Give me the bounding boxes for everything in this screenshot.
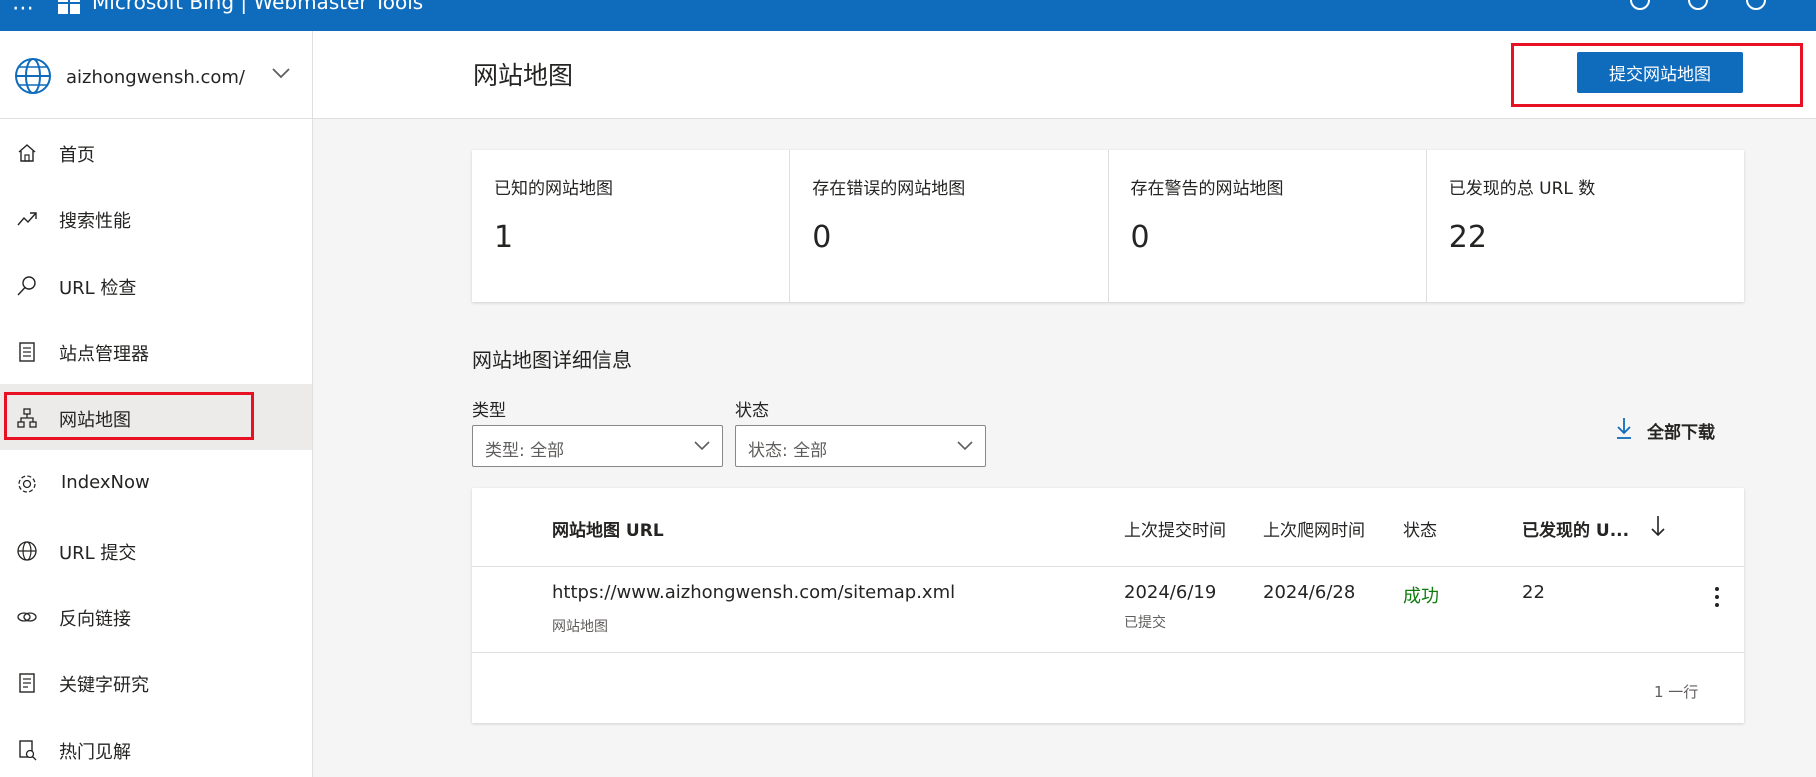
sitemap-icon — [17, 408, 37, 428]
status-filter-value: 状态: 全部 — [748, 441, 828, 461]
sidebar-item-url-submission[interactable]: URL 提交 — [0, 517, 312, 583]
sidebar-item-search-performance[interactable]: 搜索性能 — [0, 185, 312, 251]
last-submitted-note: 已提交 — [1124, 615, 1166, 631]
site-selector[interactable]: aizhongwensh.com/ — [0, 31, 312, 119]
page-title: 网站地图 — [473, 61, 574, 90]
stat-value: 0 — [812, 220, 832, 255]
sidebar-item-label: 热门见解 — [59, 741, 131, 763]
globe-icon — [17, 541, 37, 561]
stat-value: 1 — [494, 220, 514, 255]
page-header: 网站地图 提交网站地图 — [313, 31, 1816, 119]
sidebar-item-label: 网站地图 — [59, 410, 131, 432]
sidebar-item-home[interactable]: 首页 — [0, 119, 312, 185]
column-header-status[interactable]: 状态 — [1403, 516, 1437, 541]
column-header-last-submitted[interactable]: 上次提交时间 — [1124, 516, 1226, 541]
sidebar-item-label: IndexNow — [61, 472, 150, 494]
search-icon — [17, 275, 36, 296]
stat-label: 存在错误的网站地图 — [812, 179, 966, 199]
notepad-icon — [19, 673, 35, 694]
brand-title: Microsoft Bing | Webmaster Tools — [92, 0, 424, 14]
type-filter-value: 类型: 全部 — [485, 441, 565, 461]
sidebar-item-label: URL 检查 — [59, 277, 137, 299]
sort-down-icon[interactable] — [1650, 514, 1666, 538]
stat-error-sitemaps: 存在错误的网站地图 0 — [790, 150, 1109, 302]
home-icon — [18, 144, 36, 162]
link-icon — [17, 612, 37, 622]
chevron-down-icon[interactable] — [272, 67, 290, 79]
sidebar-item-backlinks[interactable]: 反向链接 — [0, 583, 312, 649]
sidebar-item-url-inspection[interactable]: URL 检查 — [0, 252, 312, 318]
sitemap-type: 网站地图 — [552, 619, 608, 635]
type-filter-dropdown[interactable]: 类型: 全部 — [472, 425, 723, 467]
download-icon — [1617, 418, 1631, 439]
column-header-url[interactable]: 网站地图 URL — [552, 516, 664, 541]
document-list-icon — [19, 342, 35, 362]
stat-value: 22 — [1448, 220, 1487, 255]
status-badge: 成功 — [1403, 586, 1439, 607]
app-launcher-icon[interactable]: ⋯ — [12, 0, 35, 21]
stat-known-sitemaps: 已知的网站地图 1 — [472, 150, 791, 302]
globe-icon — [15, 58, 51, 94]
type-filter-label: 类型 — [472, 401, 506, 421]
column-header-discovered-urls[interactable]: 已发现的 U... — [1522, 516, 1629, 541]
sidebar-item-top-insights[interactable]: 热门见解 — [0, 716, 312, 777]
sidebar-item-label: 搜索性能 — [59, 211, 131, 233]
section-title: 网站地图详细信息 — [472, 348, 632, 372]
sidebar-item-site-explorer[interactable]: 站点管理器 — [0, 318, 312, 384]
stat-total-urls: 已发现的总 URL 数 22 — [1427, 150, 1744, 302]
sidebar-item-label: 反向链接 — [59, 609, 131, 631]
sidebar-item-sitemaps[interactable]: 网站地图 — [0, 384, 312, 451]
sidebar-item-label: URL 提交 — [59, 542, 137, 564]
submit-sitemap-button[interactable]: 提交网站地图 — [1577, 52, 1743, 93]
last-submitted-date: 2024/6/19 — [1124, 582, 1217, 603]
discovered-url-count: 22 — [1522, 582, 1545, 603]
insights-icon — [19, 739, 37, 761]
stat-warning-sitemaps: 存在警告的网站地图 0 — [1109, 150, 1427, 302]
chevron-down-icon — [694, 441, 710, 451]
status-filter-label: 状态 — [735, 401, 769, 421]
status-filter-dropdown[interactable]: 状态: 全部 — [735, 425, 986, 467]
more-options-icon[interactable] — [1708, 585, 1726, 611]
last-crawled-date: 2024/6/28 — [1263, 582, 1356, 603]
help-icon[interactable] — [1688, 0, 1708, 10]
sidebar-item-keyword-research[interactable]: 关键字研究 — [0, 649, 312, 715]
trend-icon — [17, 212, 37, 226]
sitemap-url[interactable]: https://www.aizhongwensh.com/sitemap.xml — [552, 582, 955, 603]
sidebar-item-label: 关键字研究 — [59, 675, 149, 697]
gear-icon — [18, 475, 36, 494]
top-bar: ⋯ Microsoft Bing | Webmaster Tools — [0, 0, 1816, 31]
sitemaps-table: 网站地图 URL 上次提交时间 上次爬网时间 状态 已发现的 U... http… — [472, 488, 1744, 723]
sidebar-item-indexnow[interactable]: IndexNow — [0, 450, 312, 516]
stat-label: 已发现的总 URL 数 — [1448, 179, 1596, 199]
stat-label: 存在警告的网站地图 — [1130, 179, 1284, 199]
account-icon[interactable] — [1746, 0, 1766, 10]
notification-icon[interactable] — [1630, 0, 1650, 10]
chevron-down-icon — [957, 441, 973, 451]
microsoft-logo-icon — [58, 0, 80, 14]
sidebar-nav: 首页 搜索性能 URL 检查 站点管理器 网站地图 IndexNow URL 提… — [0, 119, 312, 777]
sidebar-item-label: 首页 — [59, 145, 95, 166]
table-header: 网站地图 URL 上次提交时间 上次爬网时间 状态 已发现的 U... — [472, 488, 1744, 567]
sitemap-stats: 已知的网站地图 1 存在错误的网站地图 0 存在警告的网站地图 0 已发现的总 … — [472, 150, 1744, 302]
site-name: aizhongwensh.com/ — [66, 67, 245, 88]
sidebar-item-label: 站点管理器 — [59, 343, 149, 365]
column-header-last-crawled[interactable]: 上次爬网时间 — [1263, 516, 1365, 541]
stat-label: 已知的网站地图 — [494, 179, 613, 199]
stat-value: 0 — [1130, 220, 1150, 255]
download-all-label: 全部下载 — [1647, 423, 1715, 443]
row-count: 1 一行 — [1654, 683, 1699, 701]
sidebar: aizhongwensh.com/ 首页 搜索性能 URL 检查 站点管理器 网… — [0, 31, 313, 777]
table-row[interactable]: https://www.aizhongwensh.com/sitemap.xml… — [472, 567, 1744, 653]
